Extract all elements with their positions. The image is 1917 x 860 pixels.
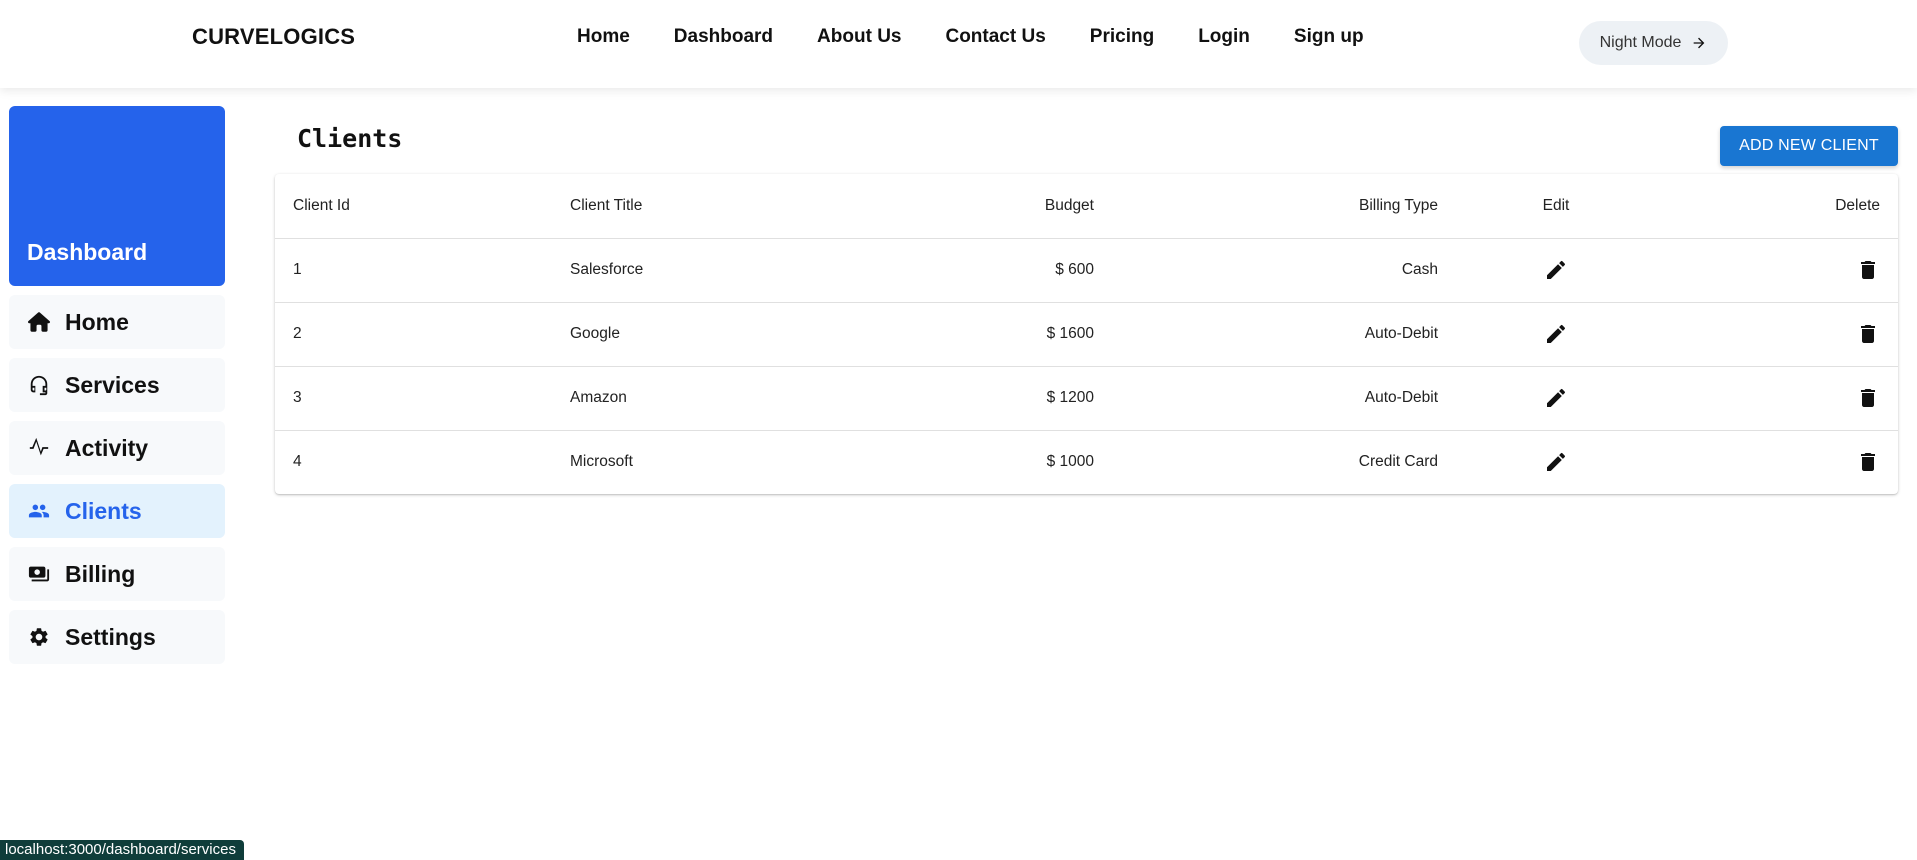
sidebar-header: Dashboard <box>9 106 225 286</box>
sidebar-item-activity[interactable]: Activity <box>9 421 225 475</box>
column-header-billing-type: Billing Type <box>1112 174 1456 239</box>
client-title-cell: Amazon <box>552 366 852 431</box>
table-header-row: Client Id Client Title Budget Billing Ty… <box>275 174 1898 239</box>
delete-cell <box>1656 238 1898 303</box>
home-icon <box>27 310 51 334</box>
night-mode-label: Night Mode <box>1599 34 1682 51</box>
sidebar-item-label: Clients <box>65 497 142 524</box>
budget-cell: $ 1000 <box>1046 453 1094 471</box>
sidebar-item-home[interactable]: Home <box>9 295 225 349</box>
edit-icon[interactable] <box>1544 322 1568 346</box>
client-id-cell: 4 <box>293 453 302 471</box>
edit-cell <box>1456 430 1656 494</box>
activity-icon <box>27 436 51 460</box>
browser-status-url: localhost:3000/dashboard/services <box>0 840 244 860</box>
page-title: Clients <box>297 124 403 153</box>
delete-cell <box>1656 302 1898 367</box>
client-title-cell: Salesforce <box>552 238 852 303</box>
table-row: 3 Amazon $ 1200 Auto-Debit <box>275 366 1898 431</box>
client-id-cell: 2 <box>275 302 552 367</box>
trash-icon[interactable] <box>1856 386 1880 410</box>
nav-login[interactable]: Login <box>1198 26 1250 48</box>
client-title-cell: Microsoft <box>570 453 633 471</box>
sidebar-item-label: Billing <box>65 560 136 587</box>
add-new-client-button[interactable]: ADD NEW CLIENT <box>1720 126 1898 166</box>
nav-pricing[interactable]: Pricing <box>1090 26 1154 48</box>
trash-icon[interactable] <box>1856 258 1880 282</box>
nav-about-us[interactable]: About Us <box>817 26 901 48</box>
table-row: 4 Microsoft $ 1000 Credit Card <box>275 430 1898 494</box>
sidebar-item-clients[interactable]: Clients <box>9 484 225 538</box>
billing-type-cell: Auto-Debit <box>1112 366 1456 431</box>
arrow-right-icon <box>1694 37 1705 49</box>
column-header-client-title: Client Title <box>552 174 852 239</box>
gear-icon <box>27 625 51 649</box>
top-navbar: CURVELOGICS Home Dashboard About Us Cont… <box>0 0 1917 88</box>
nav-home[interactable]: Home <box>577 26 630 48</box>
nav-contact-us[interactable]: Contact Us <box>945 26 1045 48</box>
main-nav: Home Dashboard About Us Contact Us Prici… <box>577 26 1408 48</box>
column-header-delete: Delete <box>1656 174 1898 239</box>
sidebar-item-settings[interactable]: Settings <box>9 610 225 664</box>
sidebar-item-label: Activity <box>65 434 149 461</box>
headset-icon <box>27 373 51 397</box>
budget-cell: $ 1600 <box>852 302 1112 367</box>
client-title-cell: Google <box>552 302 852 367</box>
clients-table: Client Id Client Title Budget Billing Ty… <box>275 174 1898 494</box>
billing-type-cell: Credit Card <box>1358 453 1438 471</box>
sidebar-title: Dashboard <box>27 239 148 265</box>
edit-icon[interactable] <box>1544 258 1568 282</box>
client-id-cell: 3 <box>275 366 552 431</box>
trash-icon[interactable] <box>1856 450 1880 474</box>
budget-cell: $ 600 <box>852 238 1112 303</box>
edit-icon[interactable] <box>1544 450 1568 474</box>
money-icon <box>27 562 51 586</box>
edit-icon[interactable] <box>1544 386 1568 410</box>
edit-cell <box>1456 366 1656 431</box>
nav-dashboard[interactable]: Dashboard <box>674 26 773 48</box>
sidebar-item-label: Settings <box>65 623 156 650</box>
sidebar-item-services[interactable]: Services <box>9 358 225 412</box>
night-mode-button[interactable]: Night Mode <box>1579 21 1728 65</box>
table-row: 1 Salesforce $ 600 Cash <box>275 238 1898 303</box>
billing-type-cell: Cash <box>1112 238 1456 303</box>
budget-cell: $ 1200 <box>852 366 1112 431</box>
sidebar: Dashboard Home Services Activity Clients… <box>9 106 225 673</box>
nav-sign-up[interactable]: Sign up <box>1294 26 1364 48</box>
column-header-client-id: Client Id <box>275 174 552 239</box>
sidebar-item-billing[interactable]: Billing <box>9 547 225 601</box>
delete-cell <box>1656 366 1898 431</box>
edit-cell <box>1456 238 1656 303</box>
sidebar-item-label: Home <box>65 308 129 335</box>
brand-logo[interactable]: CURVELOGICS <box>192 24 355 50</box>
trash-icon[interactable] <box>1856 322 1880 346</box>
people-icon <box>27 499 51 523</box>
billing-type-cell: Auto-Debit <box>1112 302 1456 367</box>
column-header-budget: Budget <box>852 174 1112 239</box>
client-id-cell: 1 <box>275 238 552 303</box>
table-row: 2 Google $ 1600 Auto-Debit <box>275 302 1898 367</box>
column-header-edit: Edit <box>1456 174 1656 239</box>
delete-cell <box>1656 430 1898 494</box>
sidebar-item-label: Services <box>65 371 160 398</box>
edit-cell <box>1456 302 1656 367</box>
